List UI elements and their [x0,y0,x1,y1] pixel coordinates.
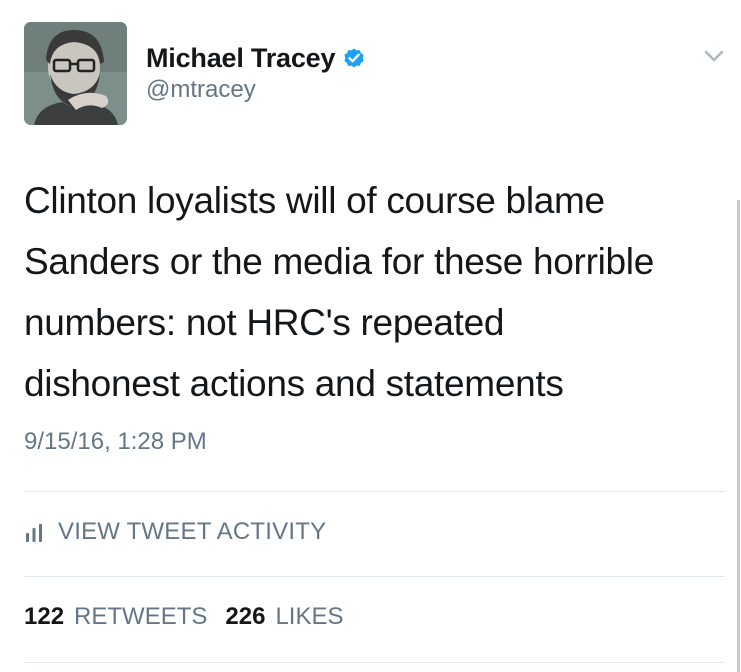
tweet-text-line: numbers: not HRC's repeated [24,302,505,343]
chevron-down-icon[interactable] [700,46,728,66]
divider [24,662,725,663]
divider [24,576,725,577]
likes-count[interactable]: 226 [225,603,265,631]
display-name[interactable]: Michael Tracey [146,43,336,74]
retweets-label[interactable]: RETWEETS [74,603,207,631]
tweet-text: Clinton loyalists will of course blame S… [24,170,724,414]
retweets-count[interactable]: 122 [24,603,64,631]
avatar-illustration [24,22,127,125]
tweet-card: Michael Tracey @mtracey Clinton loyalist… [0,0,741,672]
tweet-text-line: dishonest actions and statements [24,363,564,404]
name-row: Michael Tracey [146,41,366,75]
tweet-timestamp[interactable]: 9/15/16, 1:28 PM [24,428,207,456]
tweet-stats: 122 RETWEETS 226 LIKES [24,603,343,631]
bar-chart-icon [24,522,44,542]
likes-label[interactable]: LIKES [275,603,343,631]
verified-badge-icon [342,46,366,70]
tweet-text-line: Sanders or the media for these horrible [24,241,654,282]
divider [24,491,725,492]
view-tweet-activity-label: VIEW TWEET ACTIVITY [58,518,327,545]
avatar[interactable] [24,22,127,125]
tweet-text-line: Clinton loyalists will of course blame [24,180,605,221]
view-tweet-activity-button[interactable]: VIEW TWEET ACTIVITY [24,517,326,547]
user-handle[interactable]: @mtracey [146,76,256,104]
scrollbar[interactable] [737,200,740,672]
